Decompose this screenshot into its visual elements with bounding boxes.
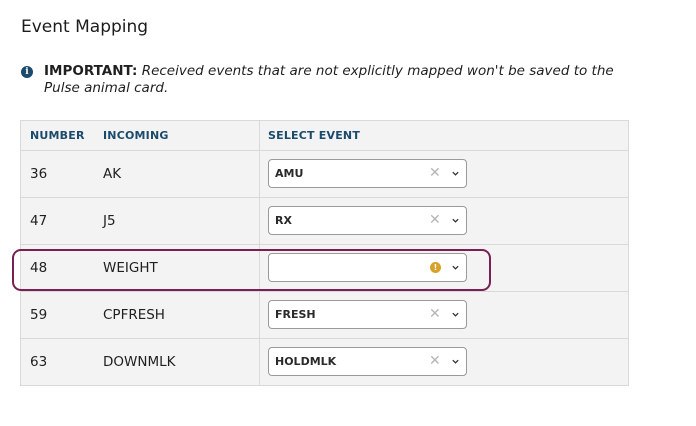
warning-icon: !	[430, 262, 441, 273]
event-select-value: HOLDMLK	[275, 355, 337, 368]
event-select[interactable]: !	[268, 253, 467, 282]
chevron-down-icon[interactable]	[451, 263, 460, 272]
event-mapping-page: Event Mapping i IMPORTANT: Received even…	[0, 0, 696, 426]
incoming-cell: AK	[103, 166, 122, 182]
event-select[interactable]: HOLDMLK ✕	[268, 347, 467, 376]
table-header: NUMBER INCOMING SELECT EVENT	[21, 121, 628, 151]
incoming-cell: J5	[103, 213, 116, 229]
table-row: 36 AK AMU ✕	[21, 151, 628, 198]
chevron-down-icon[interactable]	[451, 357, 460, 366]
clear-icon[interactable]: ✕	[429, 306, 441, 322]
chevron-down-icon[interactable]	[451, 310, 460, 319]
notice-label: IMPORTANT:	[44, 63, 138, 79]
notice-text: IMPORTANT: Received events that are not …	[44, 63, 621, 97]
table-row: 63 DOWNMLK HOLDMLK ✕	[21, 339, 628, 386]
chevron-down-icon[interactable]	[451, 169, 460, 178]
important-notice: i IMPORTANT: Received events that are no…	[21, 63, 621, 97]
header-select-event: SELECT EVENT	[268, 129, 361, 142]
table-row: 47 J5 RX ✕	[21, 198, 628, 245]
clear-icon[interactable]: ✕	[429, 212, 441, 228]
number-cell: 48	[30, 260, 48, 276]
header-number: NUMBER	[30, 129, 85, 142]
page-title: Event Mapping	[21, 17, 149, 37]
info-icon: i	[21, 66, 33, 78]
number-cell: 63	[30, 354, 48, 370]
event-select[interactable]: FRESH ✕	[268, 300, 467, 329]
clear-icon[interactable]: ✕	[429, 353, 441, 369]
table-row: 59 CPFRESH FRESH ✕	[21, 292, 628, 339]
event-select-value: RX	[275, 214, 292, 227]
event-mapping-table: NUMBER INCOMING SELECT EVENT 36 AK AMU ✕…	[20, 120, 629, 386]
incoming-cell: DOWNMLK	[103, 354, 176, 370]
event-select[interactable]: AMU ✕	[268, 159, 467, 188]
clear-icon[interactable]: ✕	[429, 165, 441, 181]
number-cell: 47	[30, 213, 48, 229]
event-select[interactable]: RX ✕	[268, 206, 467, 235]
incoming-cell: WEIGHT	[103, 260, 158, 276]
event-select-value: AMU	[275, 167, 304, 180]
incoming-cell: CPFRESH	[103, 307, 165, 323]
number-cell: 59	[30, 307, 48, 323]
header-incoming: INCOMING	[103, 129, 169, 142]
table-row: 48 WEIGHT !	[21, 245, 628, 292]
chevron-down-icon[interactable]	[451, 216, 460, 225]
number-cell: 36	[30, 166, 48, 182]
event-select-value: FRESH	[275, 308, 316, 321]
